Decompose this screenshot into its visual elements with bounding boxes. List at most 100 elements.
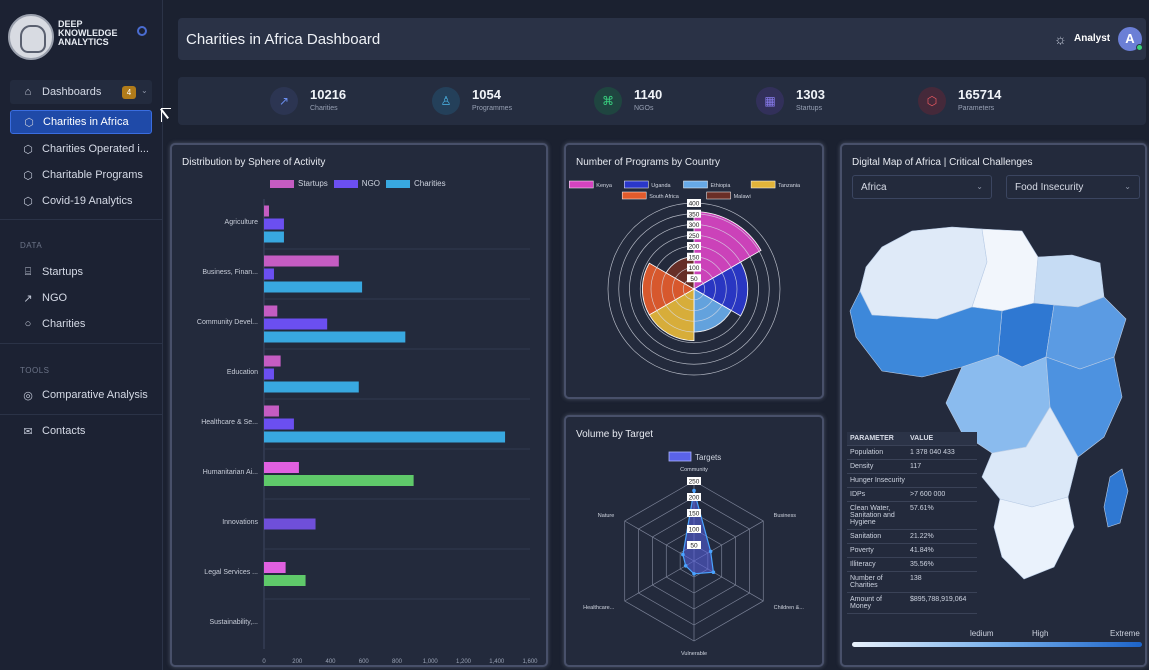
param-value: 1 378 040 433	[907, 445, 977, 460]
radar-point[interactable]	[708, 549, 713, 554]
trend-icon: ↗	[270, 87, 298, 115]
bar-startups[interactable]	[264, 462, 299, 473]
stat-card-charities: ↗ 10216 Charities	[270, 84, 430, 118]
radar-point[interactable]	[692, 572, 696, 576]
legend-label-targets[interactable]: Targets	[695, 453, 721, 462]
map-region-north-west[interactable]	[859, 226, 988, 320]
page-title: Charities in Africa Dashboard	[186, 31, 381, 48]
bar-charities[interactable]	[264, 575, 306, 586]
mail-icon: ✉	[23, 425, 33, 438]
chevron-down-icon[interactable]: ⌄	[141, 86, 148, 95]
radar-point[interactable]	[681, 552, 685, 557]
legend-label-startups[interactable]: Startups	[298, 179, 328, 188]
nav-item-charities-in-africa[interactable]: ⬡ Charities in Africa	[10, 110, 152, 134]
map-region-north-east[interactable]	[1033, 254, 1105, 308]
sidebar-divider	[0, 219, 163, 220]
bar-startups[interactable]	[264, 405, 279, 417]
bar-startups[interactable]	[264, 562, 286, 573]
bar-charities[interactable]	[264, 431, 506, 443]
param-name: Density	[847, 459, 907, 474]
x-tick-label: 200	[292, 659, 303, 665]
legend-swatch-charities	[386, 179, 411, 188]
bar-charities[interactable]	[264, 281, 363, 293]
bar-charities[interactable]	[264, 475, 414, 486]
bar-ngo[interactable]	[264, 268, 274, 280]
radial-tick-label: 300	[689, 222, 700, 229]
radar-point[interactable]	[692, 488, 696, 493]
map-region-madagascar[interactable]	[1103, 468, 1129, 528]
stats-bar: ↗ 10216 Charities ♙ 1054 Programmes ⌘ 11…	[178, 77, 1146, 125]
legend-swatch	[624, 180, 649, 189]
nav-item-charities[interactable]: ○ Charities	[10, 312, 152, 336]
bar-charities[interactable]	[264, 381, 359, 393]
theme-toggle-sun-icon[interactable]: ☼	[1054, 31, 1067, 47]
building-icon: ⌸	[24, 265, 32, 278]
bar-ngo[interactable]	[264, 418, 294, 430]
dashboards-count-badge: 4	[122, 86, 136, 99]
stat-label: Startups	[796, 105, 823, 112]
bar-startups[interactable]	[264, 305, 278, 317]
map-region-south[interactable]	[993, 496, 1075, 580]
param-name: Amount of Money	[847, 592, 907, 614]
nav-item-ngo[interactable]: ↗ NGO	[10, 286, 152, 310]
legend-label[interactable]: Ethiopia	[711, 183, 732, 189]
param-name: Number of Charities	[847, 571, 907, 593]
legend-label-ngo[interactable]: NGO	[362, 179, 380, 188]
table-row: Poverty 41.84%	[847, 543, 977, 558]
cube-icon: ⬡	[23, 195, 33, 208]
radar-point[interactable]	[683, 564, 688, 568]
nav-dashboards-label: Dashboards	[42, 86, 102, 98]
top-header: Charities in Africa Dashboard ☼ Analyst …	[178, 18, 1146, 60]
radial-tick-label: 150	[689, 254, 700, 261]
nav-item-comparative-analysis[interactable]: ◎ Comparative Analysis	[10, 383, 152, 407]
bar-startups[interactable]	[264, 255, 339, 267]
bar-startups[interactable]	[264, 205, 269, 217]
legend-label[interactable]: Tanzania	[778, 183, 801, 189]
legend-label[interactable]: Malawi	[734, 194, 751, 200]
brand-logo[interactable]: DEEP KNOWLEDGE ANALYTICS	[8, 14, 148, 66]
bar-ngo[interactable]	[264, 368, 274, 380]
legend-swatch	[683, 180, 708, 189]
legend-label-charities[interactable]: Charities	[414, 179, 446, 188]
radar-point[interactable]	[711, 570, 716, 574]
user-icon: ♙	[432, 87, 460, 115]
nav-item-label: Comparative Analysis	[42, 389, 148, 401]
legend-label[interactable]: Kenya	[596, 183, 613, 189]
radial-tick-label: 350	[689, 211, 700, 218]
sidebar-divider	[0, 343, 163, 344]
param-value: 117	[907, 459, 977, 474]
scale-label-extreme: Extreme	[1110, 629, 1140, 638]
table-row: Clean Water, Sanitation and Hygiene 57.61…	[847, 501, 977, 530]
bar-ngo[interactable]	[264, 318, 328, 330]
settings-gear-icon[interactable]	[137, 26, 147, 36]
nav-item-label: Startups	[42, 266, 83, 278]
category-label: Innovations	[222, 519, 258, 526]
nav-dashboards[interactable]: ⌂ Dashboards 4 ⌄	[10, 80, 152, 104]
region-select[interactable]: Africa ⌄	[852, 175, 992, 199]
legend-label[interactable]: Uganda	[651, 183, 671, 189]
legend-swatch	[750, 180, 776, 189]
nav-item-charities-operated[interactable]: ⬡ Charities Operated i...	[10, 137, 152, 161]
stat-label: Programmes	[472, 105, 513, 112]
legend-label[interactable]: South Africa	[649, 194, 680, 200]
nav-item-charitable-programs[interactable]: ⬡ Charitable Programs	[10, 163, 152, 187]
challenge-select[interactable]: Food Insecurity ⌄	[1006, 175, 1140, 199]
radar-axis-label: Healthcare...	[583, 605, 615, 611]
bar-chart: 0 200 400 600 800 1,000 1,200 1,400 1,600 Agricul…	[197, 199, 538, 665]
bar-charities[interactable]	[264, 231, 284, 243]
bar-startups[interactable]	[264, 355, 281, 367]
bar-ngo[interactable]	[264, 518, 316, 530]
nav-item-covid-analytics[interactable]: ⬡ Covid-19 Analytics	[10, 189, 152, 213]
radar-spoke	[624, 560, 695, 602]
bar-charities[interactable]	[264, 331, 406, 343]
x-tick-label: 1,400	[489, 659, 505, 665]
mouse-cursor-icon	[161, 108, 171, 122]
trend-icon: ↗	[23, 292, 33, 305]
param-value: 57.61%	[907, 501, 977, 530]
cube-icon: ⬡	[918, 87, 946, 115]
x-tick-label: 800	[392, 659, 403, 665]
nav-item-label: Charitable Programs	[42, 169, 143, 181]
nav-item-contacts[interactable]: ✉ Contacts	[10, 419, 152, 443]
nav-item-startups[interactable]: ⌸ Startups	[10, 260, 152, 284]
bar-ngo[interactable]	[264, 218, 284, 230]
